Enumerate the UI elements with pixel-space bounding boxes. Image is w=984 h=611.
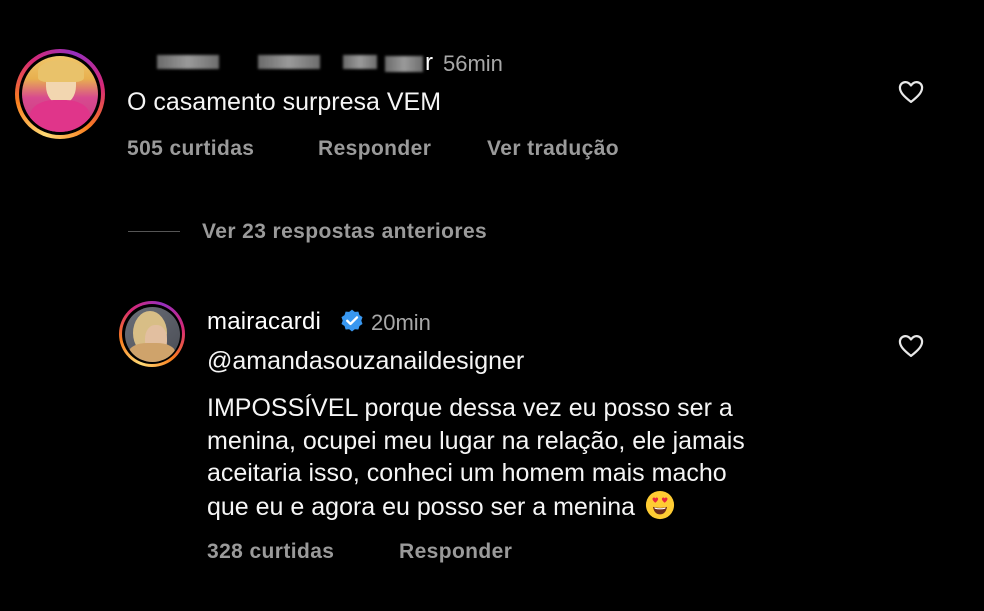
reply-likes-count[interactable]: 328 curtidas <box>207 540 334 564</box>
heart-icon[interactable] <box>897 332 925 360</box>
heart-eyes-emoji <box>646 490 675 520</box>
reply-text-line: aceitaria isso, conheci um homem mais ma… <box>207 459 727 487</box>
view-replies-button[interactable]: Ver 23 respostas anteriores <box>202 220 487 244</box>
reply-text-line: que eu e agora eu posso ser a menina <box>207 490 675 524</box>
reply-username[interactable]: mairacardi <box>207 308 321 336</box>
translate-button[interactable]: Ver tradução <box>487 137 619 161</box>
reply-text-line-content: que eu e agora eu posso ser a menina <box>207 493 636 521</box>
avatar-mairacardi[interactable] <box>119 301 185 367</box>
heart-icon[interactable] <box>897 78 925 106</box>
username-tail[interactable]: r <box>425 49 433 77</box>
reply-reply-button[interactable]: Responder <box>399 540 512 564</box>
comment-time: 56min <box>443 51 503 76</box>
reply-text-line: IMPOSSÍVEL porque dessa vez eu posso ser… <box>207 394 733 422</box>
avatar-photo <box>22 56 98 132</box>
reply-time: 20min <box>371 310 431 335</box>
reply-text-line: menina, ocupei meu lugar na relação, ele… <box>207 427 745 455</box>
verified-badge-icon <box>341 309 363 332</box>
avatar-commenter[interactable] <box>15 49 105 139</box>
likes-count[interactable]: 505 curtidas <box>127 137 254 161</box>
reply-mention[interactable]: @amandasouzanaildesigner <box>207 345 524 378</box>
comment-text: O casamento surpresa VEM <box>127 88 442 116</box>
avatar-photo <box>124 306 180 362</box>
reply-button[interactable]: Responder <box>318 137 431 161</box>
thread-divider <box>128 231 180 232</box>
